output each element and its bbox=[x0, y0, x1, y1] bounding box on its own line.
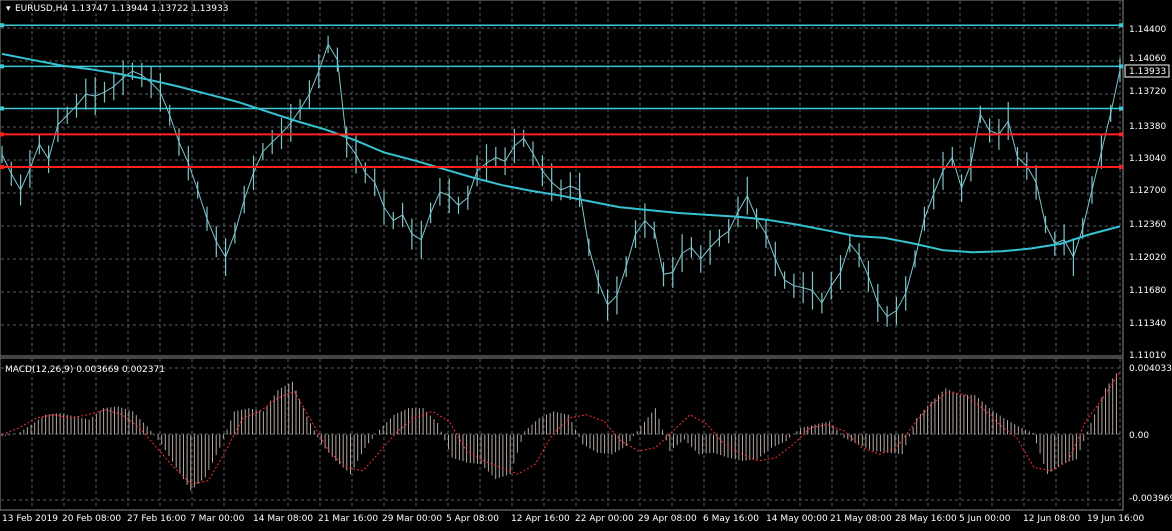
current-price-label: 1.13933 bbox=[1129, 67, 1166, 77]
price-tick: 1.13040 bbox=[1129, 154, 1166, 164]
price-tick: 1.12020 bbox=[1129, 253, 1166, 263]
level-handle-right bbox=[1119, 64, 1123, 69]
macd-tick: 0.004033 bbox=[1129, 364, 1172, 374]
time-tick: 13 Feb 2019 bbox=[2, 514, 58, 524]
symbol-dropdown-icon[interactable]: ▾ bbox=[6, 4, 11, 14]
time-tick: 28 May 16:00 bbox=[895, 514, 957, 524]
macd-header: MACD(12,26,9) 0.003669 0.002371 bbox=[5, 365, 165, 375]
price-tick: 1.14400 bbox=[1129, 25, 1166, 35]
chart-canvas[interactable]: ▾ EURUSD,H4 1.13747 1.13944 1.13722 1.13… bbox=[0, 0, 1172, 527]
level-handle-right bbox=[1119, 106, 1123, 111]
time-tick: 14 Mar 08:00 bbox=[253, 514, 313, 524]
level-handle-left bbox=[0, 23, 4, 28]
price-tick: 1.11340 bbox=[1129, 319, 1166, 329]
price-tick: 1.13720 bbox=[1129, 87, 1166, 97]
price-tick: 1.11010 bbox=[1129, 351, 1166, 361]
price-tick: 1.12360 bbox=[1129, 220, 1166, 230]
price-tick: 1.11680 bbox=[1129, 286, 1166, 296]
level-handle-left bbox=[0, 132, 4, 137]
symbol-header: EURUSD,H4 1.13747 1.13944 1.13722 1.1393… bbox=[15, 4, 228, 14]
price-tick: 1.13380 bbox=[1129, 122, 1166, 132]
time-tick: 6 May 16:00 bbox=[703, 514, 759, 524]
macd-tick: -0.003969 bbox=[1129, 494, 1172, 504]
level-handle-left bbox=[0, 165, 4, 169]
macd-tick: 0.00 bbox=[1129, 431, 1149, 441]
time-tick: 21 Mar 16:00 bbox=[318, 514, 378, 524]
price-tick: 1.14060 bbox=[1129, 54, 1166, 64]
time-tick: 19 Jun 16:00 bbox=[1087, 514, 1144, 524]
time-tick: 12 Jun 08:00 bbox=[1023, 514, 1080, 524]
time-tick: 5 Apr 08:00 bbox=[446, 514, 499, 524]
level-handle-right bbox=[1119, 132, 1123, 137]
level-handle-right bbox=[1119, 23, 1123, 28]
time-tick: 29 Apr 08:00 bbox=[638, 514, 697, 524]
level-handle-left bbox=[0, 106, 4, 111]
time-tick: 29 Mar 00:00 bbox=[382, 514, 442, 524]
level-handle-right bbox=[1119, 165, 1123, 169]
time-tick: 22 Apr 00:00 bbox=[575, 514, 634, 524]
time-tick: 12 Apr 16:00 bbox=[511, 514, 570, 524]
level-handle-left bbox=[0, 64, 4, 69]
time-tick: 20 Feb 08:00 bbox=[62, 514, 121, 524]
time-tick: 14 May 00:00 bbox=[766, 514, 828, 524]
chart-window[interactable]: ▾ EURUSD,H4 1.13747 1.13944 1.13722 1.13… bbox=[0, 0, 1172, 527]
time-tick: 27 Feb 16:00 bbox=[127, 514, 186, 524]
time-tick: 21 May 08:00 bbox=[830, 514, 892, 524]
time-tick: 7 Mar 00:00 bbox=[190, 514, 245, 524]
time-tick: 5 Jun 00:00 bbox=[959, 514, 1011, 524]
price-tick: 1.12700 bbox=[1129, 186, 1166, 196]
